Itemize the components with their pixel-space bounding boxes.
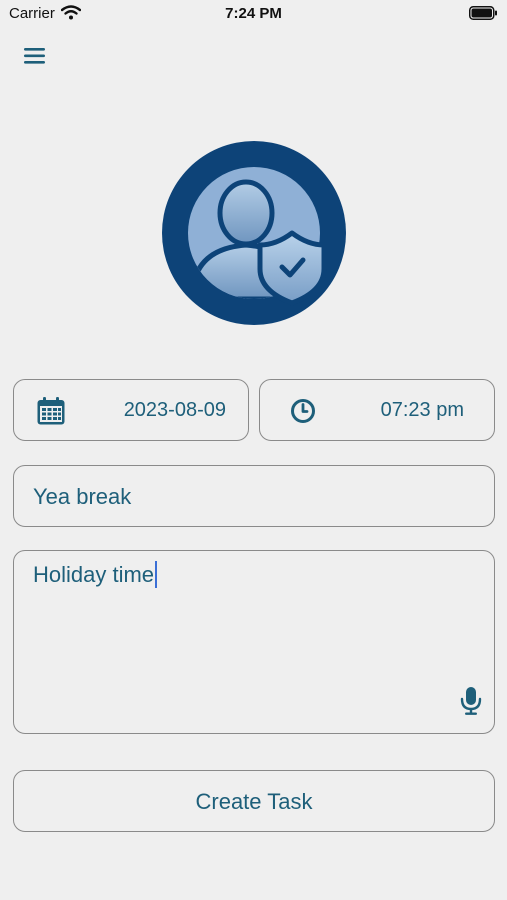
task-description-input[interactable]: Holiday time: [13, 550, 495, 734]
status-time: 7:24 PM: [225, 5, 282, 22]
task-description-text: Holiday time: [33, 561, 158, 588]
create-task-label: Create Task: [195, 789, 313, 814]
task-description-value: Holiday time: [33, 562, 155, 587]
create-task-button[interactable]: Create Task: [13, 770, 495, 832]
battery-icon: [469, 6, 498, 25]
microphone-icon[interactable]: [460, 686, 482, 721]
avatar: [162, 141, 346, 325]
date-picker-field[interactable]: 2023-08-09: [13, 379, 249, 441]
clock-icon: [290, 398, 316, 429]
task-title-value: Yea break: [33, 484, 132, 509]
date-value: 2023-08-09: [123, 399, 226, 421]
time-picker-field[interactable]: 07:23 pm: [259, 379, 495, 441]
status-bar: Carrier 7:24 PM: [0, 0, 507, 28]
calendar-icon: [36, 396, 66, 431]
task-title-input[interactable]: Yea break: [13, 465, 495, 527]
menu-button[interactable]: [22, 44, 48, 68]
user-shield-icon: [162, 141, 346, 325]
text-caret: [155, 561, 158, 588]
time-value: 07:23 pm: [380, 399, 464, 421]
hamburger-menu-icon: [24, 48, 45, 64]
